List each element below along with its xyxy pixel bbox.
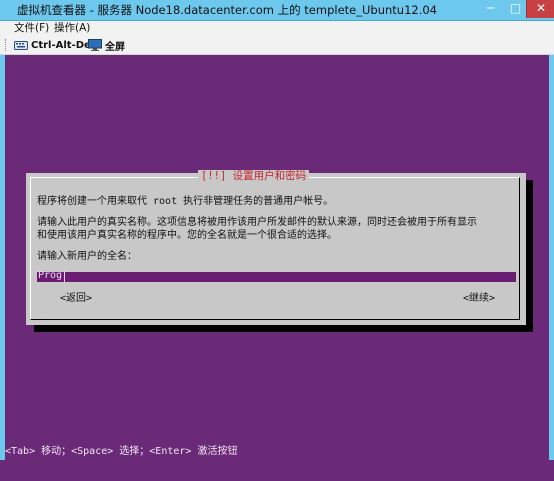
window-titlebar: 虚拟机查看器 - 服务器 Node18.datacenter.com 上的 te… xyxy=(0,0,554,21)
back-button[interactable]: <返回> xyxy=(60,292,92,305)
toolbar-grip xyxy=(5,39,8,51)
fullscreen-button[interactable]: 全屏 xyxy=(88,37,125,53)
keyboard-icon xyxy=(14,41,28,50)
menubar: 文件(F) 操作(A) xyxy=(0,21,554,36)
keyboard-hint-bar: <Tab> 移动；<Space> 选择；<Enter> 激活按钮 xyxy=(5,446,238,457)
full-name-input[interactable] xyxy=(37,272,516,282)
menu-file[interactable]: 文件(F) xyxy=(14,21,49,36)
dialog-info-line-2: 和使用该用户真实名称的程序中。您的全名就是一个很合适的选择。 xyxy=(37,230,337,241)
minimize-button[interactable]: ─ xyxy=(478,0,503,18)
dialog-info-line-1: 请输入此用户的真实名称。这项信息将被用作该用户所发邮件的默认来源，同时还会被用于… xyxy=(37,217,477,228)
window-frame-right xyxy=(549,55,554,481)
dialog-title: [!!] 设置用户和密码 xyxy=(198,170,310,183)
fullscreen-label: 全屏 xyxy=(105,41,125,53)
window-title: 虚拟机查看器 - 服务器 Node18.datacenter.com 上的 te… xyxy=(17,3,437,17)
continue-button[interactable]: <继续> xyxy=(463,292,495,305)
full-name-input-value: Prog xyxy=(38,270,63,281)
monitor-icon xyxy=(88,39,102,51)
full-name-prompt: 请输入新用户的全名： xyxy=(37,251,137,262)
text-cursor xyxy=(64,271,65,282)
toolbar: Ctrl-Alt-Del 全屏 xyxy=(0,36,554,55)
dialog-description: 程序将创建一个用来取代 root 执行非管理任务的普通用户帐号。 xyxy=(37,196,334,207)
ctrl-alt-del-button[interactable]: Ctrl-Alt-Del xyxy=(14,37,94,53)
ctrl-alt-del-label: Ctrl-Alt-Del xyxy=(31,39,95,51)
console-bottom xyxy=(0,460,554,481)
menu-action[interactable]: 操作(A) xyxy=(54,21,90,36)
maximize-button[interactable]: □ xyxy=(503,0,528,18)
close-button[interactable]: ✕ xyxy=(526,0,554,18)
